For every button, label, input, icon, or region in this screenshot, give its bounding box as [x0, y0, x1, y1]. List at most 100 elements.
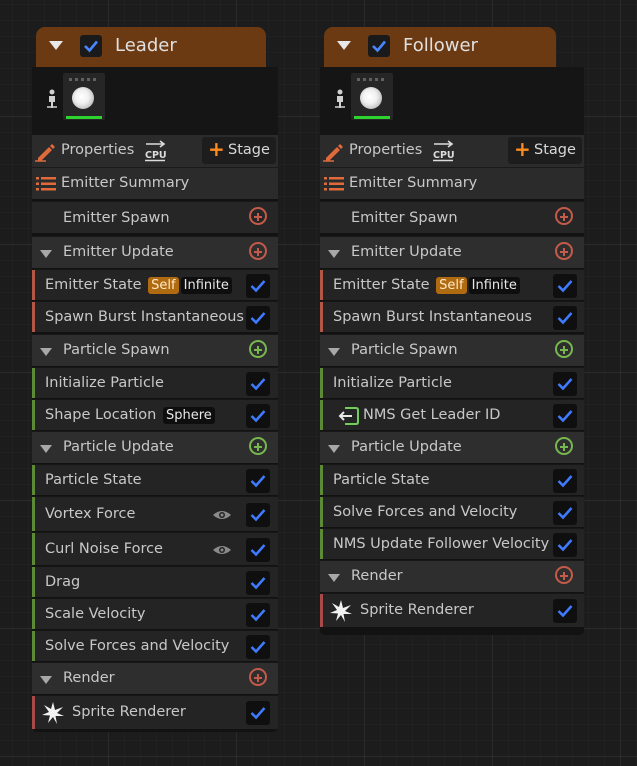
add-module-button[interactable]: [555, 242, 573, 260]
add-module-button[interactable]: [249, 207, 267, 225]
module-enable-checkbox[interactable]: [246, 538, 270, 562]
module-spawn-burst[interactable]: Spawn Burst Instantaneous: [32, 301, 278, 332]
emitter-thumbnail[interactable]: [351, 73, 393, 120]
add-stage-button[interactable]: + Stage: [202, 137, 276, 164]
sphere-tag: Sphere: [162, 407, 215, 424]
module-drag[interactable]: Drag: [32, 566, 278, 597]
module-enable-checkbox[interactable]: [246, 274, 270, 298]
particle-update-section[interactable]: Particle Update: [320, 431, 584, 463]
emitter-spawn-row[interactable]: Emitter Spawn: [32, 201, 278, 233]
section-label: Render: [63, 670, 115, 686]
module-enable-checkbox[interactable]: [246, 701, 270, 725]
module-initialize-particle[interactable]: Initialize Particle: [32, 367, 278, 398]
module-label: NMS Update Follower Velocity: [333, 536, 550, 552]
module-enable-checkbox[interactable]: [553, 306, 577, 330]
module-enable-checkbox[interactable]: [553, 372, 577, 396]
eye-icon[interactable]: [212, 509, 232, 521]
module-enable-checkbox[interactable]: [246, 603, 270, 627]
stage-stripe: [32, 270, 35, 300]
follower-node-header[interactable]: Follower: [324, 27, 556, 67]
module-scale-velocity[interactable]: Scale Velocity: [32, 598, 278, 629]
module-vortex-force[interactable]: Vortex Force: [32, 496, 278, 531]
scalability-icon[interactable]: [335, 89, 345, 109]
thumbnail-status-bar: [354, 116, 390, 119]
module-enable-checkbox[interactable]: [246, 306, 270, 330]
module-enable-checkbox[interactable]: [553, 274, 577, 298]
module-enable-checkbox[interactable]: [246, 635, 270, 659]
module-solve-forces[interactable]: Solve Forces and Velocity: [320, 496, 584, 527]
module-emitter-state[interactable]: Emitter State Self Infinite: [32, 269, 278, 300]
module-enable-checkbox[interactable]: [553, 469, 577, 493]
module-particle-state[interactable]: Particle State: [32, 464, 278, 495]
particle-spawn-section[interactable]: Particle Spawn: [320, 334, 584, 366]
add-renderer-button[interactable]: [555, 566, 573, 584]
scalability-icon[interactable]: [47, 89, 57, 109]
module-enable-checkbox[interactable]: [246, 404, 270, 428]
stage-stripe: [320, 594, 323, 627]
emitter-spawn-row[interactable]: Emitter Spawn: [320, 201, 584, 233]
add-module-button[interactable]: [555, 340, 573, 358]
add-module-button[interactable]: [249, 437, 267, 455]
module-sprite-renderer[interactable]: Sprite Renderer: [32, 695, 278, 729]
collapse-caret-icon[interactable]: [49, 41, 63, 50]
module-enable-checkbox[interactable]: [246, 571, 270, 595]
module-label: Sprite Renderer: [72, 704, 186, 720]
particle-update-section[interactable]: Particle Update: [32, 431, 278, 463]
leader-enable-checkbox[interactable]: [80, 35, 102, 57]
plus-icon: +: [208, 137, 225, 161]
emitter-thumbnail[interactable]: [63, 73, 105, 120]
module-nms-update-follower-velocity[interactable]: NMS Update Follower Velocity: [320, 528, 584, 559]
module-enable-checkbox[interactable]: [553, 599, 577, 623]
leader-title: Leader: [115, 35, 177, 56]
expand-triangle-icon[interactable]: [40, 348, 52, 356]
expand-triangle-icon[interactable]: [40, 250, 52, 258]
particle-spawn-section[interactable]: Particle Spawn: [32, 334, 278, 366]
module-enable-checkbox[interactable]: [553, 404, 577, 428]
emitter-spawn-label: Emitter Spawn: [63, 210, 170, 226]
emitter-summary-row[interactable]: Emitter Summary: [320, 167, 584, 199]
module-initialize-particle[interactable]: Initialize Particle: [320, 367, 584, 398]
module-curl-noise-force[interactable]: Curl Noise Force: [32, 532, 278, 565]
emitter-update-section[interactable]: Emitter Update: [32, 236, 278, 268]
module-shape-location[interactable]: Shape Location Sphere: [32, 399, 278, 430]
module-enable-checkbox[interactable]: [553, 533, 577, 557]
follower-enable-checkbox[interactable]: [368, 35, 390, 57]
module-emitter-state[interactable]: Emitter State Self Infinite: [320, 269, 584, 300]
module-enable-checkbox[interactable]: [246, 503, 270, 527]
stage-stripe: [32, 696, 35, 729]
module-particle-state[interactable]: Particle State: [320, 464, 584, 495]
render-section[interactable]: Render: [320, 560, 584, 592]
module-sprite-renderer[interactable]: Sprite Renderer: [320, 593, 584, 627]
follower-title: Follower: [403, 35, 478, 56]
cpu-sim-icon: CPU: [433, 140, 455, 162]
emitter-update-section[interactable]: Emitter Update: [320, 236, 584, 268]
add-module-button[interactable]: [249, 242, 267, 260]
module-enable-checkbox[interactable]: [553, 501, 577, 525]
add-module-button[interactable]: [249, 340, 267, 358]
expand-triangle-icon[interactable]: [328, 348, 340, 356]
expand-triangle-icon[interactable]: [40, 445, 52, 453]
leader-node-header[interactable]: Leader: [36, 27, 266, 67]
module-solve-forces[interactable]: Solve Forces and Velocity: [32, 630, 278, 661]
add-module-button[interactable]: [555, 437, 573, 455]
module-spawn-burst[interactable]: Spawn Burst Instantaneous: [320, 301, 584, 332]
add-module-button[interactable]: [555, 207, 573, 225]
render-section[interactable]: Render: [32, 662, 278, 694]
properties-row[interactable]: Properties CPU + Stage: [320, 135, 584, 167]
module-nms-get-leader-id[interactable]: NMS Get Leader ID: [320, 399, 584, 430]
expand-triangle-icon[interactable]: [40, 676, 52, 684]
stage-stripe: [32, 567, 35, 597]
expand-triangle-icon[interactable]: [328, 250, 340, 258]
module-enable-checkbox[interactable]: [246, 372, 270, 396]
expand-triangle-icon[interactable]: [328, 574, 340, 582]
module-enable-checkbox[interactable]: [246, 469, 270, 493]
add-renderer-button[interactable]: [249, 668, 267, 686]
properties-row[interactable]: Properties CPU + Stage: [32, 135, 278, 167]
add-stage-button[interactable]: + Stage: [508, 137, 582, 164]
collapse-caret-icon[interactable]: [337, 41, 351, 50]
svg-text:CPU: CPU: [145, 150, 167, 161]
expand-triangle-icon[interactable]: [328, 445, 340, 453]
emitter-summary-row[interactable]: Emitter Summary: [32, 167, 278, 199]
eye-icon[interactable]: [212, 544, 232, 556]
stage-stripe: [32, 400, 35, 430]
